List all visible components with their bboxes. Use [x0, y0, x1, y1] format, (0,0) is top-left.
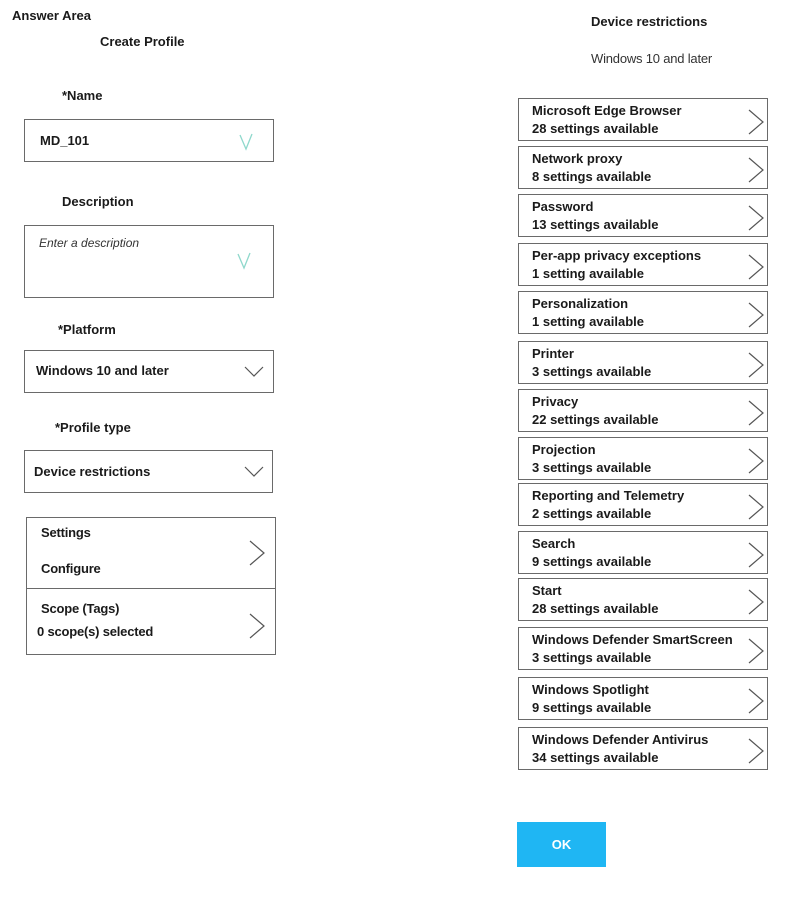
category-settings-count: 3 settings available	[532, 460, 652, 475]
category-settings-count: 1 setting available	[532, 266, 644, 281]
scope-title: Scope (Tags)	[41, 601, 120, 616]
category-settings-count: 22 settings available	[532, 412, 659, 427]
category-name: Per-app privacy exceptions	[532, 248, 702, 263]
category-settings-count: 8 settings available	[532, 169, 652, 184]
platform-dropdown[interactable]: Windows 10 and later	[24, 350, 274, 393]
description-placeholder: Enter a description	[39, 236, 140, 250]
chevron-right-icon	[748, 400, 764, 426]
restriction-category-item[interactable]: Reporting and Telemetry 2 settings avail…	[518, 483, 768, 526]
restriction-category-item[interactable]: Start 28 settings available	[518, 578, 768, 621]
profile-type-label: *Profile type	[55, 420, 131, 435]
chevron-right-icon	[748, 688, 764, 714]
category-settings-count: 2 settings available	[532, 506, 652, 521]
description-label: Description	[62, 194, 134, 209]
restriction-category-item[interactable]: Projection 3 settings available	[518, 437, 768, 480]
scope-subtitle: 0 scope(s) selected	[37, 624, 154, 639]
category-name: Microsoft Edge Browser	[532, 103, 682, 118]
chevron-right-icon	[748, 205, 764, 231]
category-settings-count: 9 settings available	[532, 700, 652, 715]
chevron-right-icon	[249, 613, 265, 639]
category-name: Password	[532, 199, 594, 214]
category-settings-count: 13 settings available	[532, 217, 659, 232]
device-restrictions-title: Device restrictions	[591, 14, 708, 29]
chevron-right-icon	[748, 638, 764, 664]
restriction-category-item[interactable]: Microsoft Edge Browser 28 settings avail…	[518, 98, 768, 141]
settings-configure-button[interactable]: Settings Configure	[26, 517, 276, 590]
category-name: Network proxy	[532, 151, 623, 166]
chevron-right-icon	[748, 738, 764, 764]
chevron-down-icon	[244, 466, 264, 477]
restriction-category-item[interactable]: Privacy 22 settings available	[518, 389, 768, 432]
device-restrictions-subtitle: Windows 10 and later	[591, 51, 713, 66]
category-name: Projection	[532, 442, 596, 457]
platform-label: *Platform	[58, 322, 116, 337]
category-name: Search	[532, 536, 576, 551]
category-settings-count: 34 settings available	[532, 750, 659, 765]
answer-area-label: Answer Area	[12, 8, 91, 23]
profile-type-dropdown[interactable]: Device restrictions	[24, 450, 273, 493]
category-name: Windows Defender SmartScreen	[532, 632, 733, 647]
restriction-category-item[interactable]: Per-app privacy exceptions 1 setting ava…	[518, 243, 768, 286]
restriction-category-item[interactable]: Windows Spotlight 9 settings available	[518, 677, 768, 720]
restriction-category-item[interactable]: Windows Defender Antivirus 34 settings a…	[518, 727, 768, 770]
name-label: *Name	[62, 88, 103, 103]
category-settings-count: 28 settings available	[532, 601, 659, 616]
chevron-right-icon	[748, 254, 764, 280]
category-settings-count: 3 settings available	[532, 650, 652, 665]
checkmark-icon	[237, 252, 251, 270]
category-settings-count: 9 settings available	[532, 554, 652, 569]
platform-selected: Windows 10 and later	[36, 363, 169, 378]
restriction-category-item[interactable]: Windows Defender SmartScreen 3 settings …	[518, 627, 768, 670]
category-name: Windows Defender Antivirus	[532, 732, 709, 747]
chevron-right-icon	[249, 540, 265, 566]
restriction-category-item[interactable]: Password 13 settings available	[518, 194, 768, 237]
settings-title: Settings	[41, 525, 91, 540]
chevron-right-icon	[748, 352, 764, 378]
chevron-right-icon	[748, 109, 764, 135]
category-name: Reporting and Telemetry	[532, 488, 685, 503]
restriction-category-item[interactable]: Network proxy 8 settings available	[518, 146, 768, 189]
category-name: Printer	[532, 346, 574, 361]
chevron-right-icon	[748, 448, 764, 474]
category-name: Personalization	[532, 296, 629, 311]
chevron-right-icon	[748, 542, 764, 568]
chevron-right-icon	[748, 157, 764, 183]
category-settings-count: 1 setting available	[532, 314, 644, 329]
chevron-down-icon	[244, 366, 264, 377]
chevron-right-icon	[748, 302, 764, 328]
category-settings-count: 28 settings available	[532, 121, 659, 136]
ok-button[interactable]: OK	[517, 822, 606, 867]
profile-type-selected: Device restrictions	[34, 464, 151, 479]
description-field[interactable]: Enter a description	[24, 225, 274, 298]
chevron-right-icon	[748, 589, 764, 615]
panel-title: Create Profile	[100, 34, 185, 49]
category-name: Privacy	[532, 394, 579, 409]
category-name: Windows Spotlight	[532, 682, 649, 697]
restriction-category-item[interactable]: Search 9 settings available	[518, 531, 768, 574]
category-name: Start	[532, 583, 562, 598]
settings-subtitle: Configure	[41, 561, 101, 576]
restriction-category-item[interactable]: Printer 3 settings available	[518, 341, 768, 384]
checkmark-icon	[239, 133, 253, 151]
name-value: MD_101	[40, 133, 90, 148]
category-settings-count: 3 settings available	[532, 364, 652, 379]
scope-tags-button[interactable]: Scope (Tags) 0 scope(s) selected	[26, 588, 276, 655]
name-field[interactable]: MD_101	[24, 119, 274, 162]
restriction-category-item[interactable]: Personalization 1 setting available	[518, 291, 768, 334]
chevron-right-icon	[748, 494, 764, 520]
